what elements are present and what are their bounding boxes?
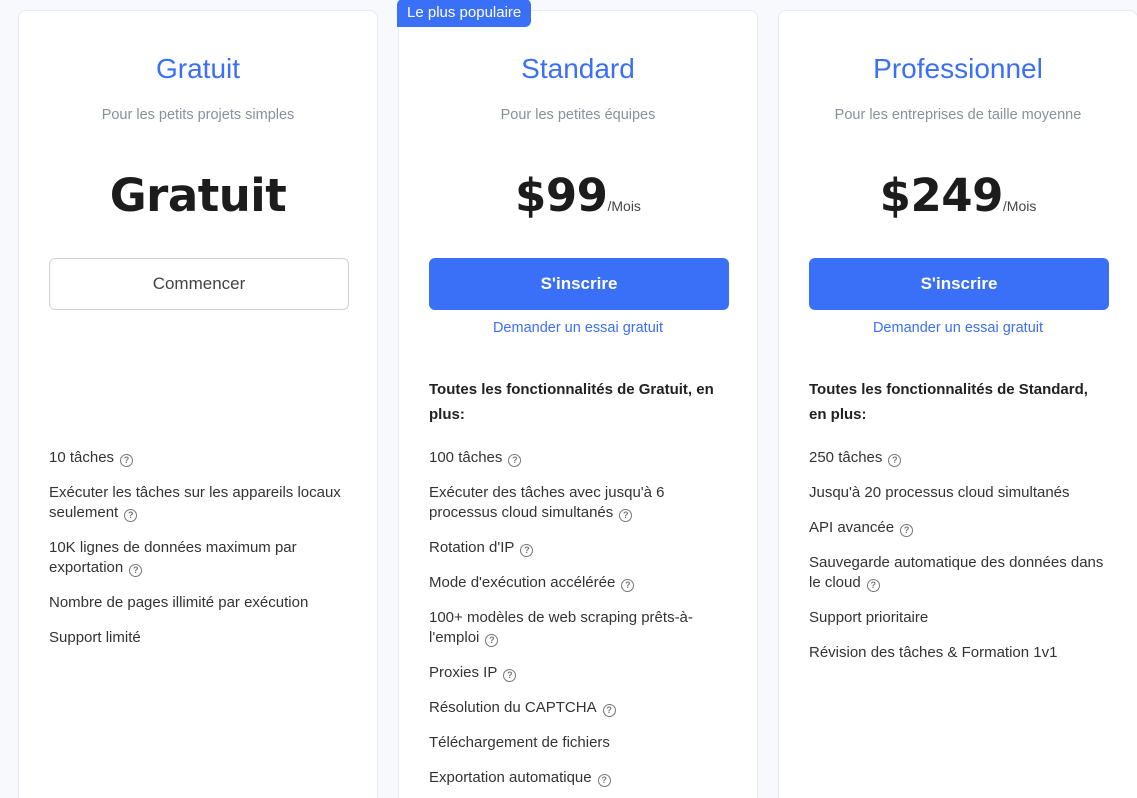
plan-price: Gratuit <box>109 169 287 222</box>
feature-item: 10K lignes de données maximum par export… <box>49 538 349 578</box>
feature-item: Support limité <box>49 628 349 648</box>
price-row: $99/Mois <box>399 169 757 222</box>
feature-item: 100 tâches? <box>429 448 729 468</box>
feature-text: Support limité <box>49 629 141 646</box>
feature-text: Nombre de pages illimité par exécution <box>49 594 309 611</box>
feature-list: 10 tâches? Exécuter les tâches sur les ap… <box>49 448 349 663</box>
plan-price: $249 <box>879 169 1004 222</box>
feature-text: Proxies IP <box>429 664 498 681</box>
plan-name: Gratuit <box>155 53 241 84</box>
feature-item: API avancée? <box>809 518 1109 538</box>
question-circle-icon[interactable]: ? <box>124 509 138 522</box>
question-circle-icon[interactable]: ? <box>900 524 914 537</box>
feature-item: Proxies IP? <box>429 663 729 683</box>
feature-text: Révision des tâches & Formation 1v1 <box>809 644 1058 661</box>
feature-item: 250 tâches? <box>809 448 1109 468</box>
signup-button[interactable]: S'inscrire <box>429 258 729 310</box>
includes-heading: Toutes les fonctionnalités de Standard, … <box>809 381 1088 423</box>
feature-item: 10 tâches? <box>49 448 349 468</box>
feature-text: Sauvegarde automatique des données dans … <box>809 554 1104 591</box>
plan-card-professionnel: Professionnel Pour les entreprises de ta… <box>778 10 1137 798</box>
feature-text: 10 tâches <box>49 449 115 466</box>
free-trial-link[interactable]: Demander un essai gratuit <box>399 320 757 336</box>
feature-text: Résolution du CAPTCHA <box>429 699 597 716</box>
feature-text: 100+ modèles de web scraping prêts-à-l'e… <box>429 609 693 646</box>
question-circle-icon[interactable]: ? <box>120 454 134 467</box>
feature-text: 10K lignes de données maximum par export… <box>49 539 297 576</box>
feature-item: Exécuter des tâches avec jusqu'à 6 proce… <box>429 483 729 523</box>
feature-text: Exécuter les tâches sur les appareils lo… <box>49 484 341 521</box>
feature-item: Exportation automatique? <box>429 768 729 788</box>
feature-item: 100+ modèles de web scraping prêts-à-l'e… <box>429 608 729 648</box>
price-period: /Mois <box>1002 198 1037 214</box>
feature-item: Rotation d'IP? <box>429 538 729 558</box>
feature-list: 100 tâches? Exécuter des tâches avec jusq… <box>429 448 729 798</box>
feature-item: Mode d'exécution accélérée? <box>429 573 729 593</box>
most-popular-badge: Le plus populaire <box>397 0 532 27</box>
start-button[interactable]: Commencer <box>49 258 349 310</box>
feature-item: Résolution du CAPTCHA? <box>429 698 729 718</box>
feature-text: Rotation d'IP <box>429 539 515 556</box>
plan-description: Pour les petites équipes <box>500 107 656 123</box>
feature-item: Exécuter les tâches sur les appareils lo… <box>49 483 349 523</box>
question-circle-icon[interactable]: ? <box>129 564 143 577</box>
plan-name: Standard <box>521 53 635 84</box>
plan-description: Pour les petits projets simples <box>101 107 295 123</box>
feature-text: Mode d'exécution accélérée <box>429 574 616 591</box>
question-circle-icon[interactable]: ? <box>602 704 616 717</box>
plan-description: Pour les entreprises de taille moyenne <box>834 107 1082 123</box>
question-circle-icon[interactable]: ? <box>508 454 522 467</box>
feature-text: 100 tâches <box>429 449 503 466</box>
price-row: $249/Mois <box>779 169 1137 222</box>
question-circle-icon[interactable]: ? <box>485 634 499 647</box>
includes-heading: Toutes les fonctionnalités de Gratuit, e… <box>429 381 714 423</box>
feature-text: 250 tâches <box>809 449 883 466</box>
feature-list: 250 tâches? Jusqu'à 20 processus cloud si… <box>809 448 1109 678</box>
plan-card-gratuit: Gratuit Pour les petits projets simples … <box>18 10 378 798</box>
feature-text: API avancée <box>809 519 895 536</box>
price-period: /Mois <box>607 198 641 214</box>
feature-text: Support prioritaire <box>809 609 929 626</box>
feature-item: Téléchargement de fichiers <box>429 733 729 753</box>
plan-card-standard: Le plus populaire Standard Pour les peti… <box>397 0 758 798</box>
question-circle-icon[interactable]: ? <box>621 579 635 592</box>
signup-button[interactable]: S'inscrire <box>809 258 1109 310</box>
question-circle-icon[interactable]: ? <box>866 579 880 592</box>
question-circle-icon[interactable]: ? <box>619 509 633 522</box>
pricing-plans: Gratuit Pour les petits projets simples … <box>0 0 1137 798</box>
question-circle-icon[interactable]: ? <box>520 544 534 557</box>
feature-item: Jusqu'à 20 processus cloud simultanés <box>809 483 1109 503</box>
question-circle-icon[interactable]: ? <box>888 454 902 467</box>
plan-name: Professionnel <box>873 53 1043 84</box>
feature-item: Révision des tâches & Formation 1v1 <box>809 643 1109 663</box>
feature-item: Support prioritaire <box>809 608 1109 628</box>
question-circle-icon[interactable]: ? <box>503 669 517 682</box>
question-circle-icon[interactable]: ? <box>597 774 611 787</box>
free-trial-link[interactable]: Demander un essai gratuit <box>779 320 1137 336</box>
feature-text: Exportation automatique <box>429 769 592 786</box>
feature-text: Téléchargement de fichiers <box>429 734 610 751</box>
feature-item: Nombre de pages illimité par exécution <box>49 593 349 613</box>
feature-item: Sauvegarde automatique des données dans … <box>809 553 1109 593</box>
price-row: Gratuit <box>19 169 377 222</box>
plan-price: $99 <box>515 169 608 222</box>
feature-text: Jusqu'à 20 processus cloud simultanés <box>809 484 1070 501</box>
